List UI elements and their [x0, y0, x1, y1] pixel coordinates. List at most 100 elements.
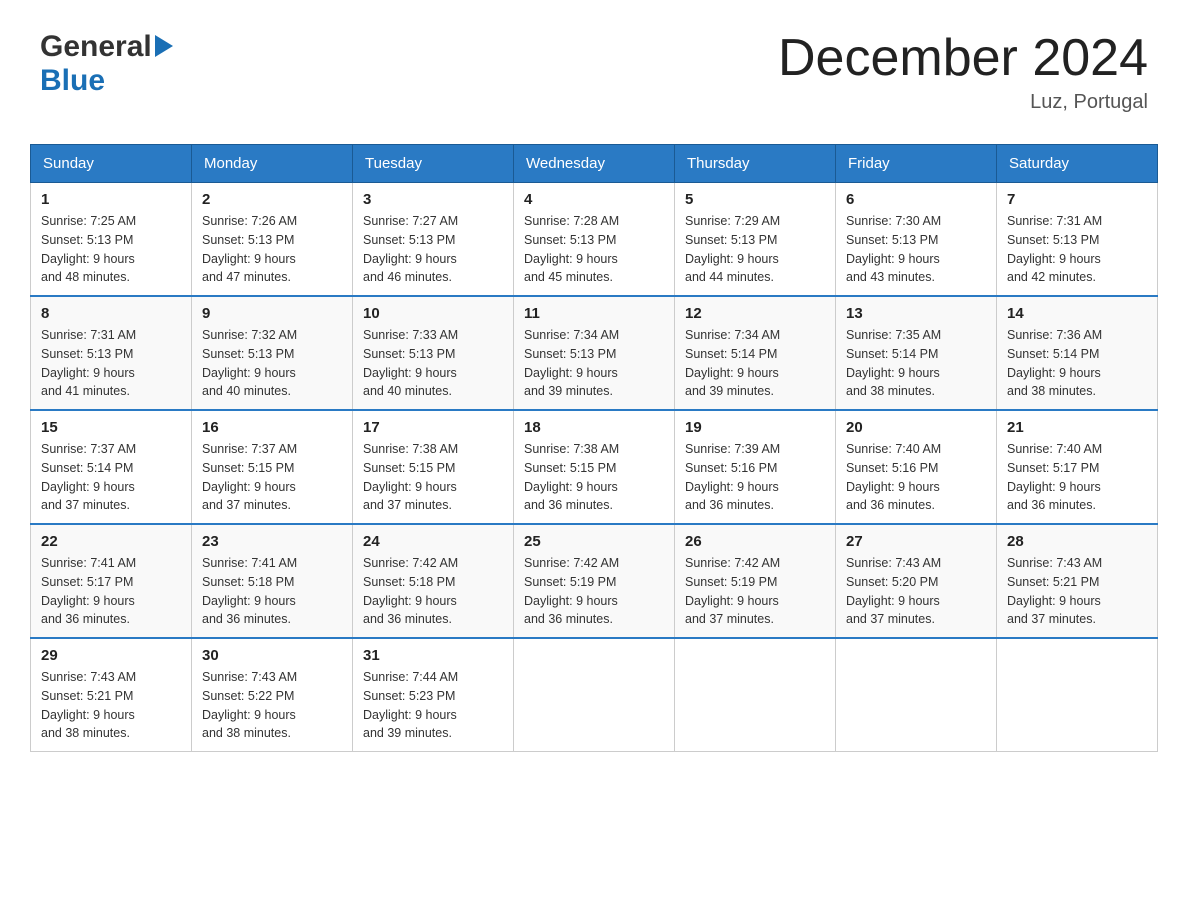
day-info: Sunrise: 7:34 AMSunset: 5:14 PMDaylight:…: [685, 326, 825, 401]
day-number: 27: [846, 533, 986, 550]
day-info: Sunrise: 7:37 AMSunset: 5:14 PMDaylight:…: [41, 440, 181, 515]
day-info: Sunrise: 7:41 AMSunset: 5:17 PMDaylight:…: [41, 554, 181, 629]
header-monday: Monday: [192, 145, 353, 183]
day-info: Sunrise: 7:26 AMSunset: 5:13 PMDaylight:…: [202, 212, 342, 287]
header-friday: Friday: [836, 145, 997, 183]
day-info: Sunrise: 7:37 AMSunset: 5:15 PMDaylight:…: [202, 440, 342, 515]
day-number: 25: [524, 533, 664, 550]
day-number: 2: [202, 191, 342, 208]
day-number: 6: [846, 191, 986, 208]
day-info: Sunrise: 7:38 AMSunset: 5:15 PMDaylight:…: [524, 440, 664, 515]
day-number: 9: [202, 305, 342, 322]
week-row-2: 8Sunrise: 7:31 AMSunset: 5:13 PMDaylight…: [31, 296, 1158, 410]
calendar-cell: 27 Sunrise: 7:43 AMSunset: 5:20 PMDayligh…: [836, 524, 997, 638]
calendar-cell: 26 Sunrise: 7:42 AMSunset: 5:19 PMDayligh…: [675, 524, 836, 638]
day-number: 26: [685, 533, 825, 550]
day-info: Sunrise: 7:40 AMSunset: 5:17 PMDaylight:…: [1007, 440, 1147, 515]
day-info: Sunrise: 7:25 AMSunset: 5:13 PMDaylight:…: [41, 212, 181, 287]
day-number: 28: [1007, 533, 1147, 550]
day-number: 20: [846, 419, 986, 436]
weekday-header-row: Sunday Monday Tuesday Wednesday Thursday…: [31, 145, 1158, 183]
calendar-cell: 7Sunrise: 7:31 AMSunset: 5:13 PMDaylight…: [997, 183, 1158, 297]
day-info: Sunrise: 7:43 AMSunset: 5:20 PMDaylight:…: [846, 554, 986, 629]
calendar-cell: [997, 638, 1158, 752]
day-number: 3: [363, 191, 503, 208]
calendar-cell: [514, 638, 675, 752]
month-title: December 2024: [778, 30, 1148, 87]
calendar-cell: 31 Sunrise: 7:44 AMSunset: 5:23 PMDayligh…: [353, 638, 514, 752]
day-number: 8: [41, 305, 181, 322]
calendar-cell: 28 Sunrise: 7:43 AMSunset: 5:21 PMDayligh…: [997, 524, 1158, 638]
day-info: Sunrise: 7:42 AMSunset: 5:19 PMDaylight:…: [685, 554, 825, 629]
calendar-table: Sunday Monday Tuesday Wednesday Thursday…: [30, 144, 1158, 752]
day-number: 1: [41, 191, 181, 208]
day-info: Sunrise: 7:34 AMSunset: 5:13 PMDaylight:…: [524, 326, 664, 401]
calendar-cell: 16 Sunrise: 7:37 AMSunset: 5:15 PMDayligh…: [192, 410, 353, 524]
header-saturday: Saturday: [997, 145, 1158, 183]
day-info: Sunrise: 7:41 AMSunset: 5:18 PMDaylight:…: [202, 554, 342, 629]
calendar-cell: 20Sunrise: 7:40 AMSunset: 5:16 PMDayligh…: [836, 410, 997, 524]
week-row-5: 29Sunrise: 7:43 AMSunset: 5:21 PMDayligh…: [31, 638, 1158, 752]
day-number: 7: [1007, 191, 1147, 208]
day-info: Sunrise: 7:39 AMSunset: 5:16 PMDaylight:…: [685, 440, 825, 515]
calendar-cell: 9 Sunrise: 7:32 AMSunset: 5:13 PMDaylight…: [192, 296, 353, 410]
week-row-3: 15 Sunrise: 7:37 AMSunset: 5:14 PMDayligh…: [31, 410, 1158, 524]
day-info: Sunrise: 7:43 AMSunset: 5:21 PMDaylight:…: [1007, 554, 1147, 629]
day-number: 12: [685, 305, 825, 322]
day-info: Sunrise: 7:42 AMSunset: 5:19 PMDaylight:…: [524, 554, 664, 629]
day-number: 4: [524, 191, 664, 208]
calendar-cell: 30 Sunrise: 7:43 AMSunset: 5:22 PMDayligh…: [192, 638, 353, 752]
calendar-cell: 17 Sunrise: 7:38 AMSunset: 5:15 PMDayligh…: [353, 410, 514, 524]
day-number: 17: [363, 419, 503, 436]
day-number: 19: [685, 419, 825, 436]
day-info: Sunrise: 7:30 AMSunset: 5:13 PMDaylight:…: [846, 212, 986, 287]
day-info: Sunrise: 7:32 AMSunset: 5:13 PMDaylight:…: [202, 326, 342, 401]
calendar-cell: 14Sunrise: 7:36 AMSunset: 5:14 PMDayligh…: [997, 296, 1158, 410]
calendar-cell: 2 Sunrise: 7:26 AMSunset: 5:13 PMDaylight…: [192, 183, 353, 297]
day-number: 15: [41, 419, 181, 436]
day-number: 16: [202, 419, 342, 436]
calendar-cell: 11 Sunrise: 7:34 AMSunset: 5:13 PMDayligh…: [514, 296, 675, 410]
title-section: December 2024 Luz, Portugal: [778, 30, 1148, 114]
page-header: General Blue December 2024 Luz, Portugal: [20, 20, 1168, 124]
day-number: 11: [524, 305, 664, 322]
day-number: 24: [363, 533, 503, 550]
header-wednesday: Wednesday: [514, 145, 675, 183]
calendar-cell: 15 Sunrise: 7:37 AMSunset: 5:14 PMDayligh…: [31, 410, 192, 524]
calendar-cell: [675, 638, 836, 752]
day-info: Sunrise: 7:33 AMSunset: 5:13 PMDaylight:…: [363, 326, 503, 401]
day-number: 22: [41, 533, 181, 550]
calendar-cell: 8Sunrise: 7:31 AMSunset: 5:13 PMDaylight…: [31, 296, 192, 410]
logo-general-text: General: [40, 30, 152, 64]
day-number: 23: [202, 533, 342, 550]
calendar-cell: [836, 638, 997, 752]
calendar-cell: 10 Sunrise: 7:33 AMSunset: 5:13 PMDayligh…: [353, 296, 514, 410]
day-number: 18: [524, 419, 664, 436]
calendar-cell: 6 Sunrise: 7:30 AMSunset: 5:13 PMDaylight…: [836, 183, 997, 297]
day-info: Sunrise: 7:35 AMSunset: 5:14 PMDaylight:…: [846, 326, 986, 401]
header-tuesday: Tuesday: [353, 145, 514, 183]
day-number: 10: [363, 305, 503, 322]
logo: General Blue: [40, 30, 173, 98]
day-number: 30: [202, 647, 342, 664]
calendar-cell: 21Sunrise: 7:40 AMSunset: 5:17 PMDayligh…: [997, 410, 1158, 524]
logo-blue-text: Blue: [40, 64, 105, 97]
day-info: Sunrise: 7:38 AMSunset: 5:15 PMDaylight:…: [363, 440, 503, 515]
calendar-cell: 24Sunrise: 7:42 AMSunset: 5:18 PMDayligh…: [353, 524, 514, 638]
logo-arrow-shape: [155, 35, 173, 62]
day-number: 13: [846, 305, 986, 322]
day-number: 14: [1007, 305, 1147, 322]
calendar-cell: 5Sunrise: 7:29 AMSunset: 5:13 PMDaylight…: [675, 183, 836, 297]
calendar-cell: 1 Sunrise: 7:25 AMSunset: 5:13 PMDaylight…: [31, 183, 192, 297]
calendar-cell: 22 Sunrise: 7:41 AMSunset: 5:17 PMDayligh…: [31, 524, 192, 638]
calendar-cell: 19 Sunrise: 7:39 AMSunset: 5:16 PMDayligh…: [675, 410, 836, 524]
week-row-1: 1 Sunrise: 7:25 AMSunset: 5:13 PMDaylight…: [31, 183, 1158, 297]
header-thursday: Thursday: [675, 145, 836, 183]
day-info: Sunrise: 7:44 AMSunset: 5:23 PMDaylight:…: [363, 668, 503, 743]
calendar-cell: 12 Sunrise: 7:34 AMSunset: 5:14 PMDayligh…: [675, 296, 836, 410]
calendar-cell: 29Sunrise: 7:43 AMSunset: 5:21 PMDayligh…: [31, 638, 192, 752]
day-info: Sunrise: 7:43 AMSunset: 5:22 PMDaylight:…: [202, 668, 342, 743]
day-number: 31: [363, 647, 503, 664]
calendar-cell: 18 Sunrise: 7:38 AMSunset: 5:15 PMDayligh…: [514, 410, 675, 524]
calendar-cell: 4Sunrise: 7:28 AMSunset: 5:13 PMDaylight…: [514, 183, 675, 297]
